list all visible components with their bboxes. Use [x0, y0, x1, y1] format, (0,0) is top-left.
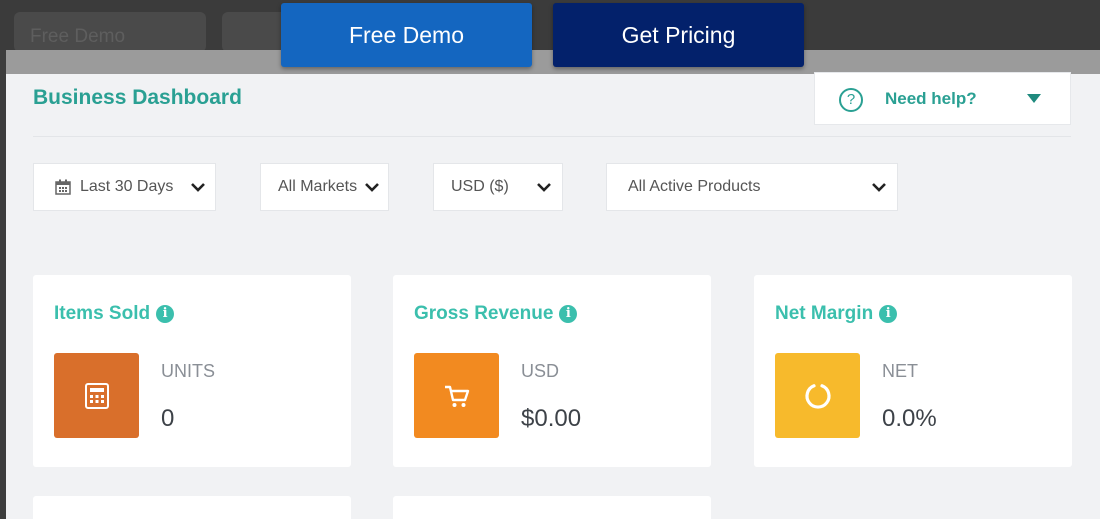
card-title: Items Sold i [54, 303, 175, 325]
chevron-down-icon [191, 183, 205, 192]
free-demo-button[interactable]: Free Demo [281, 3, 532, 67]
card-unit: USD [521, 361, 560, 381]
page-title: Business Dashboard [33, 86, 242, 109]
card-unit: NET [882, 361, 918, 381]
card-title: Gross Revenue i [414, 303, 578, 325]
markets-select[interactable]: All Markets [260, 163, 389, 211]
help-label: Need help? [885, 89, 977, 108]
chevron-down-icon [537, 183, 551, 192]
calendar-icon [55, 179, 71, 195]
info-icon[interactable]: i [559, 305, 578, 323]
ring-tile [775, 353, 860, 438]
info-icon[interactable]: i [156, 305, 175, 323]
products-select[interactable]: All Active Products [606, 163, 898, 211]
currency-value: USD ($) [451, 178, 509, 195]
caret-down-icon [1027, 94, 1041, 103]
card-value: $0.00 [521, 405, 582, 432]
date-range-select[interactable]: Last 30 Days [33, 163, 216, 211]
question-icon: ? [839, 88, 863, 112]
info-icon[interactable]: i [879, 305, 898, 323]
items-sold-card: Items Sold i UNITS 0 [33, 275, 351, 467]
chevron-down-icon [872, 183, 886, 192]
help-dropdown[interactable]: ? Need help? [814, 72, 1071, 125]
card-unit: UNITS [161, 361, 215, 381]
calculator-tile [54, 353, 139, 438]
card-value: 0.0% [882, 405, 937, 432]
cart-icon [444, 385, 469, 407]
currency-select[interactable]: USD ($) [433, 163, 563, 211]
products-value: All Active Products [628, 178, 761, 195]
background-tab-label: Free Demo [30, 26, 126, 47]
card-value: 0 [161, 405, 175, 432]
gross-revenue-card: Gross Revenue i USD $0.00 [393, 275, 711, 467]
net-margin-card: Net Margin i NET 0.0% [754, 275, 1072, 467]
chevron-down-icon [365, 183, 379, 192]
card-title: Net Margin i [775, 303, 898, 325]
markets-value: All Markets [278, 178, 358, 195]
lower-card [393, 496, 711, 519]
header-divider [33, 136, 1071, 137]
background-tab: Free Demo [14, 12, 206, 52]
get-pricing-button[interactable]: Get Pricing [553, 3, 804, 67]
ring-icon [804, 383, 831, 409]
lower-card [33, 496, 351, 519]
cart-tile [414, 353, 499, 438]
calculator-icon [84, 382, 109, 409]
date-range-value: Last 30 Days [80, 178, 174, 195]
